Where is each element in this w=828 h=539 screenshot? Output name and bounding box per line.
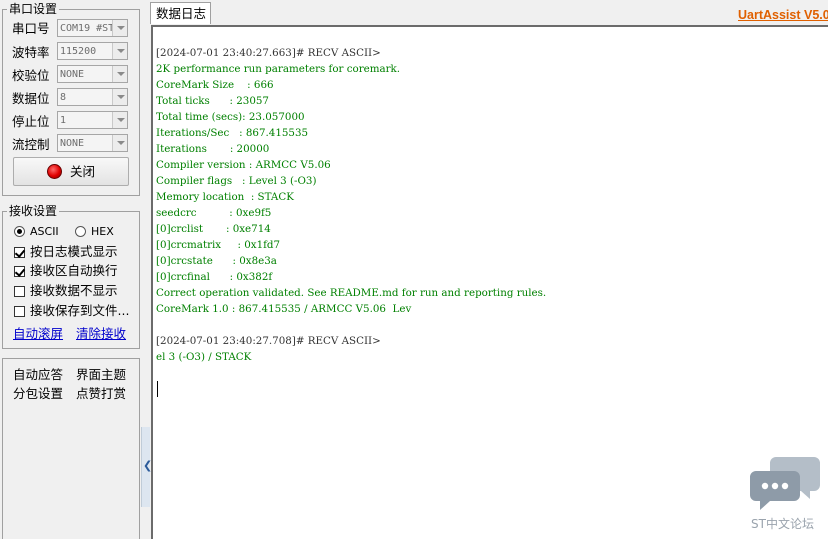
stopbits-label: 停止位 [12,114,50,129]
log-line: 2K performance run parameters for corema… [156,63,401,75]
receive-log-area[interactable]: [2024-07-01 23:40:27.663]# RECV ASCII> 2… [151,25,828,539]
stopbits-value: 1 [60,115,67,126]
log-line: Compiler version : ARMCC V5.06 [156,159,331,171]
port-value: COM19 #ST [60,23,112,34]
serial-settings-title: 串口设置 [7,1,60,17]
tab-data-log-label: 数据日志 [156,6,207,21]
chevron-down-icon[interactable] [112,89,127,105]
chevron-down-icon[interactable] [112,112,127,128]
databits-select[interactable]: 8 [57,88,128,106]
auto-wrap-label[interactable]: 接收区自动换行 [30,263,118,279]
clear-receive-link[interactable]: 清除接收 [76,326,126,342]
baud-label: 波特率 [12,45,50,60]
log-line: Iterations/Sec : 867.415535 [156,127,309,139]
auto-scroll-link[interactable]: 自动滚屏 [13,326,63,342]
theme-button[interactable]: 界面主题 [76,367,126,383]
save-to-file-checkbox[interactable] [14,306,25,317]
log-line: seedcrc : 0xe9f5 [156,207,272,219]
panel-collapse-handle[interactable]: ❮ [141,427,152,507]
log-line: Compiler flags : Level 3 (-O3) [156,175,317,187]
hide-received-label[interactable]: 接收数据不显示 [30,283,118,299]
log-line: Correct operation validated. See README.… [156,287,547,299]
port-label: 串口号 [12,21,50,36]
log-line: [2024-07-01 23:40:27.708]# RECV ASCII> [156,335,381,347]
receive-settings-title: 接收设置 [7,203,60,219]
close-port-button[interactable]: 关闭 [13,157,129,186]
baud-value: 115200 [60,46,97,57]
packet-settings-button[interactable]: 分包设置 [13,386,63,402]
parity-select[interactable]: NONE [57,65,128,83]
save-to-file-label[interactable]: 接收保存到文件... [30,303,129,319]
log-line: [0]crcfinal : 0x382f [156,271,273,283]
ascii-label[interactable]: ASCII [30,224,59,240]
text-cursor [157,381,158,397]
chevron-down-icon[interactable] [112,43,127,59]
log-line: [0]crcmatrix : 0x1fd7 [156,239,281,251]
port-status-indicator-icon [47,164,62,179]
chevron-down-icon[interactable] [112,66,127,82]
log-line: [0]crcstate : 0x8e3a [156,255,277,267]
log-line: CoreMark 1.0 : 867.415535 / ARMCC V5.06 … [156,303,412,315]
chevron-down-icon[interactable] [112,20,127,36]
flowcontrol-value: NONE [60,138,85,149]
flowcontrol-select[interactable]: NONE [57,134,128,152]
log-line: el 3 (-O3) / STACK [156,351,252,363]
port-select[interactable]: COM19 #ST [57,19,128,37]
databits-value: 8 [60,92,67,103]
auto-reply-button[interactable]: 自动应答 [13,367,63,383]
close-port-label: 关闭 [70,164,96,179]
log-line: [2024-07-01 23:40:27.663]# RECV ASCII> [156,47,381,59]
stopbits-select[interactable]: 1 [57,111,128,129]
databits-label: 数据位 [12,91,50,106]
parity-label: 校验位 [12,68,50,83]
flowcontrol-label: 流控制 [12,137,50,152]
log-line: Total time (secs): 23.057000 [156,111,305,123]
chevron-down-icon[interactable] [112,135,127,151]
chat-bubbles-icon [750,457,820,510]
log-mode-label[interactable]: 按日志模式显示 [30,244,118,260]
hex-label[interactable]: HEX [91,224,114,240]
donate-button[interactable]: 点赞打赏 [76,386,126,402]
brand-link[interactable]: UartAssist V5.0. [738,8,828,22]
tab-data-log[interactable]: 数据日志 [150,2,211,24]
hide-received-checkbox[interactable] [14,286,25,297]
baud-select[interactable]: 115200 [57,42,128,60]
ascii-radio[interactable] [14,226,25,237]
log-line: [0]crclist : 0xe714 [156,223,271,235]
hex-radio[interactable] [75,226,86,237]
auto-wrap-checkbox[interactable] [14,266,25,277]
parity-value: NONE [60,69,85,80]
log-line: CoreMark Size : 666 [156,79,274,91]
watermark-label: ST中文论坛 [751,517,814,531]
log-line: Memory location : STACK [156,191,294,203]
log-mode-checkbox[interactable] [14,247,25,258]
log-line: Iterations : 20000 [156,143,270,155]
log-line: Total ticks : 23057 [156,95,269,107]
